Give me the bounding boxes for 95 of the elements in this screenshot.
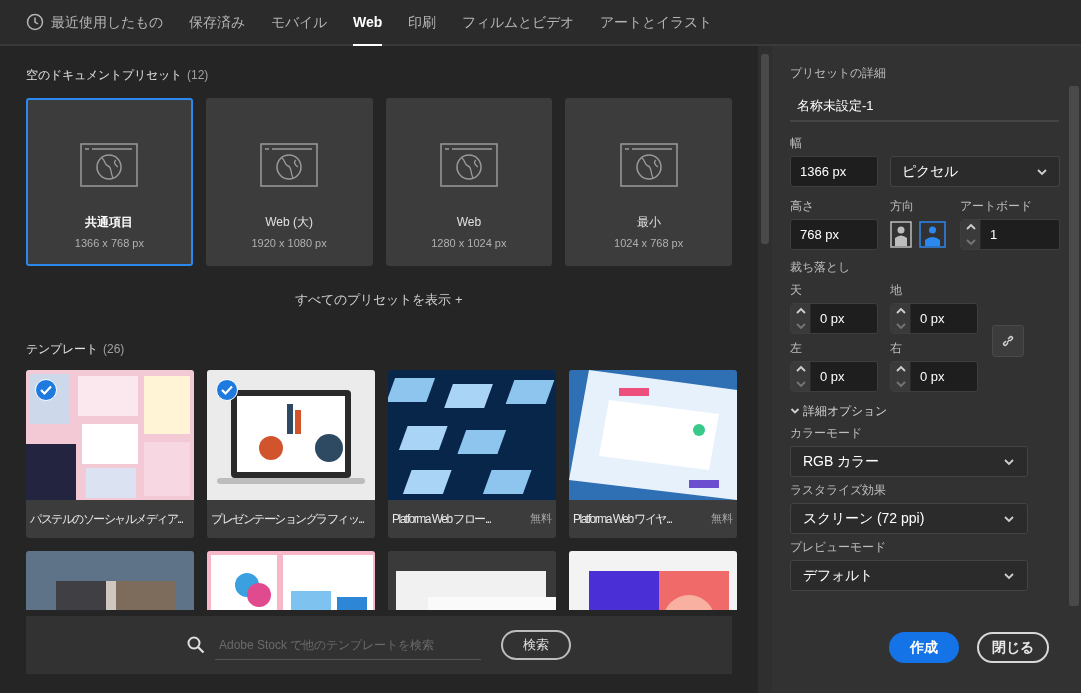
browser-globe-icon [439,143,498,187]
template-name: Platforma Web ワイヤ... [573,510,672,528]
preset-name: Web (大) [265,214,313,231]
field-label: 右 [890,340,903,357]
scrollbar-thumb[interactable] [761,54,769,244]
field-label: プレビューモード [790,539,887,556]
field-label: 方向 [890,198,915,215]
free-label: 無料 [530,511,552,527]
width-field[interactable]: 1366 px [790,156,878,187]
artboard-field[interactable]: 1 [960,219,1060,250]
panel-title: プリセットの詳細 [790,65,887,82]
template-card[interactable]: プレゼンテーショングラフィッ... [207,369,375,538]
show-all-link[interactable]: すべてのプリセットを表示 + [295,290,463,310]
field-label: カラーモード [790,425,863,442]
landscape-icon[interactable] [919,221,946,248]
free-label: 無料 [711,511,733,527]
search-icon [187,636,205,654]
preset-card[interactable]: Web 1280 x 1024 px [385,98,553,266]
link-icon [1000,333,1016,349]
caret-up-icon [794,365,807,374]
count: (12) [187,67,209,84]
chevron-down-icon [790,406,800,416]
section-title: テンプレート [26,340,98,358]
template-card[interactable]: パステルのソーシャルメディア... [26,369,194,538]
create-button[interactable]: 作成 [889,632,959,663]
tab[interactable]: フィルムとビデオ [462,0,575,46]
bleed-field[interactable]: 0 px [890,361,978,392]
browser-globe-icon [619,143,678,187]
field-label: 天 [790,282,803,299]
caret-up-icon [964,223,977,232]
preset-card[interactable]: 共通項目 1366 x 768 px [26,98,193,266]
chevron-down-icon [964,237,977,246]
preset-size: 1920 x 1080 px [251,236,327,251]
field-label: アートボード [960,198,1033,215]
chevron-down-icon [894,321,907,330]
field-label: ラスタライズ効果 [790,482,887,499]
name-field[interactable]: 名称未設定-1 [790,92,1059,122]
tab[interactable]: 最近使用したもの [26,0,163,46]
search-button[interactable]: 検索 [501,630,571,660]
field-label: 幅 [790,135,803,152]
field-label: 左 [790,340,803,357]
dropdown[interactable]: スクリーン (72 ppi) [790,503,1028,534]
caret-up-icon [894,307,907,316]
portrait-icon[interactable] [890,221,912,248]
section-title: 空のドキュメントプリセット [26,67,182,84]
tab[interactable]: モバイル [271,0,327,46]
template-name: パステルのソーシャルメディア... [30,510,183,528]
preset-name: 共通項目 [85,214,134,231]
tab[interactable]: Web [353,0,383,46]
bleed-field[interactable]: 0 px [890,303,978,334]
caret-up-icon [894,365,907,374]
stepper[interactable] [961,220,981,249]
chevron-down-icon [1003,457,1015,466]
stepper[interactable] [891,362,911,391]
bleed-field[interactable]: 0 px [790,361,878,392]
stepper[interactable] [791,362,811,391]
tab[interactable]: 保存済み [189,0,245,46]
stepper[interactable] [791,304,811,333]
chevron-down-icon [794,379,807,388]
preset-name: 最小 [636,214,661,231]
height-field[interactable]: 768 px [790,219,878,250]
link-button[interactable] [992,325,1024,357]
count: (26) [103,340,125,358]
scrollbar-thumb[interactable] [1069,86,1079,606]
preset-size: 1024 x 768 px [614,236,684,251]
chevron-down-icon [1036,167,1048,176]
template-name: プレゼンテーショングラフィッ... [211,510,364,528]
preset-size: 1366 x 768 px [74,236,144,251]
dropdown[interactable]: RGB カラー [790,446,1028,477]
section-label: 裁ち落とし [790,259,851,276]
advanced-options-toggle[interactable]: 詳細オプション [790,402,1063,420]
template-card[interactable]: Platforma Web ワイヤ... 無料 [569,369,737,538]
stepper[interactable] [891,304,911,333]
dropdown[interactable]: デフォルト [790,560,1028,591]
unit-dropdown[interactable]: ピクセル [890,156,1060,187]
caret-up-icon [794,307,807,316]
chevron-down-icon [794,321,807,330]
browser-globe-icon [260,143,319,187]
chevron-down-icon [1003,571,1015,580]
clock-icon [26,13,44,31]
preset-card[interactable]: Web (大) 1920 x 1080 px [205,98,373,266]
template-name: Platforma Web フロー... [392,510,491,528]
chevron-down-icon [894,379,907,388]
tab[interactable]: アートとイラスト [600,0,713,46]
bleed-field[interactable]: 0 px [790,303,878,334]
browser-globe-icon [80,143,139,187]
chevron-down-icon [1003,514,1015,523]
close-button[interactable]: 閉じる [977,632,1049,663]
template-card[interactable]: Platforma Web フロー... 無料 [388,369,556,538]
preset-card[interactable]: 最小 1024 x 768 px [565,98,732,266]
field-label: 高さ [790,198,815,215]
tab[interactable]: 印刷 [408,0,437,46]
preset-size: 1280 x 1024 px [431,236,507,251]
preset-name: Web [456,214,482,231]
field-label: 地 [890,282,903,299]
